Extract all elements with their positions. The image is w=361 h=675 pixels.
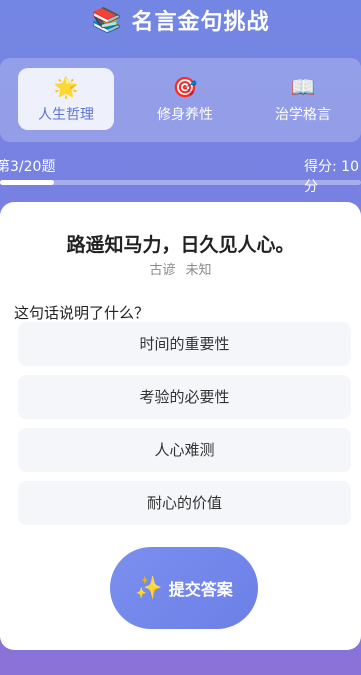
app-title: 名言金句挑战 — [131, 10, 270, 35]
quote-text: 路遥知马力，日久见人心。 — [66, 234, 295, 256]
books-icon: 📚 — [91, 6, 122, 34]
tab-self-cultivation[interactable]: 🎯 修身养性 — [137, 68, 233, 130]
app-header: 📚 名言金句挑战 — [0, 0, 361, 40]
tab-label: 治学格言 — [275, 107, 331, 123]
submit-answer-button[interactable]: ✨ 提交答案 — [110, 547, 258, 629]
author-name: 未知 — [185, 263, 212, 278]
target-icon: 🎯 — [172, 75, 198, 99]
answer-option[interactable]: 耐心的价值 — [18, 481, 351, 525]
sun-icon: 🌟 — [53, 75, 79, 99]
book-icon: 📖 — [290, 75, 316, 99]
tab-life-philosophy[interactable]: 🌟 人生哲理 — [18, 68, 114, 130]
category-tabs: 🌟 人生哲理 🎯 修身养性 📖 治学格言 — [0, 58, 361, 142]
question-counter: 第3/20题 — [0, 159, 56, 175]
score-display: 得分: 10分 — [304, 159, 359, 195]
quote-source: 古谚 未知 — [0, 259, 361, 278]
question-card: 路遥知马力，日久见人心。 古谚 未知 这句话说明了什么？ 时间的重要性 考验的必要… — [0, 202, 361, 650]
source-type: 古谚 — [149, 263, 176, 278]
tab-label: 修身养性 — [157, 107, 213, 123]
question-text: 这句话说明了什么？ — [14, 304, 150, 322]
answer-option[interactable]: 时间的重要性 — [18, 322, 351, 366]
progress-bar — [0, 180, 361, 185]
answer-option[interactable]: 人心难测 — [18, 428, 351, 472]
tab-label: 人生哲理 — [38, 107, 94, 123]
submit-label: 提交答案 — [168, 580, 233, 599]
progress-fill — [0, 180, 55, 185]
sparkles-icon: ✨ — [135, 575, 163, 601]
tab-study-maxims[interactable]: 📖 治学格言 — [255, 68, 351, 130]
answer-option[interactable]: 考验的必要性 — [18, 375, 351, 419]
